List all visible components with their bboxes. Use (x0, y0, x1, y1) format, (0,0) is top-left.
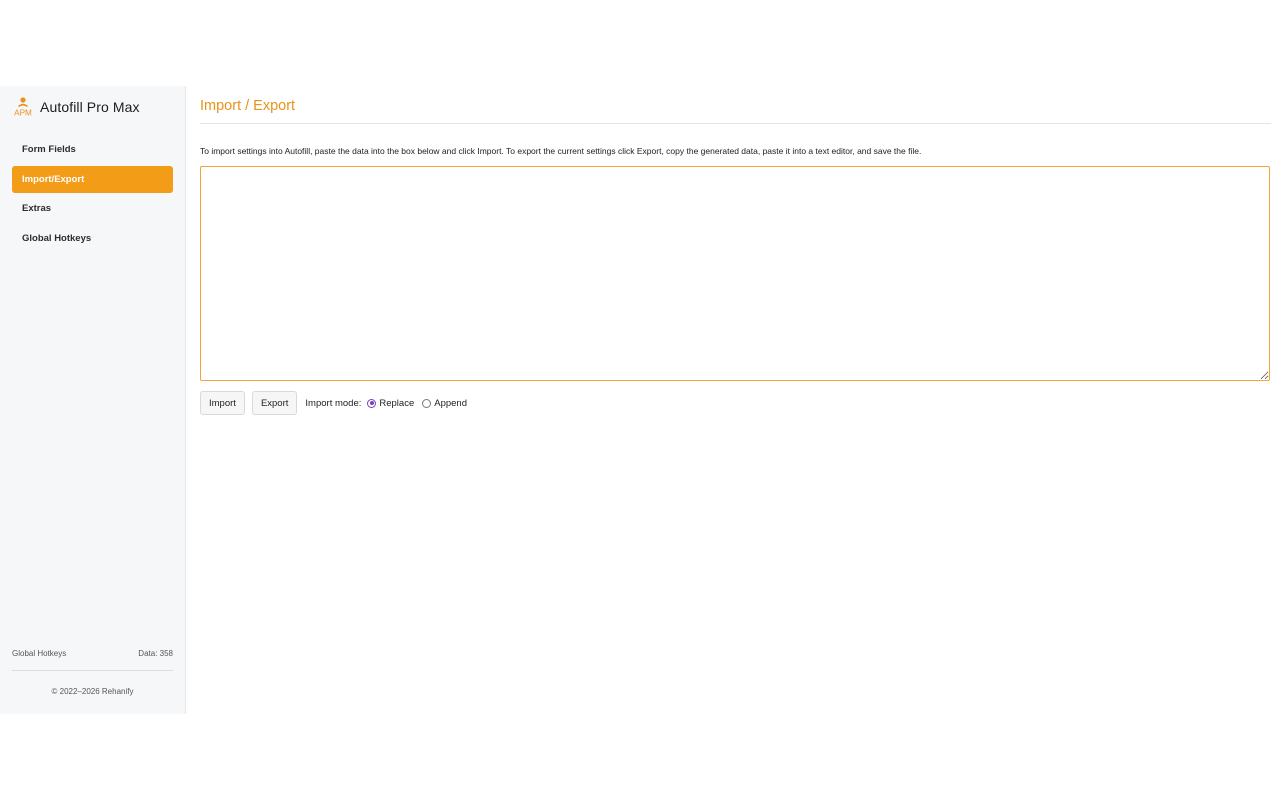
sidebar-item-import-export[interactable]: Import/Export (12, 165, 173, 193)
sidebar-footer: Global Hotkeys Data: 358 (12, 649, 173, 658)
import-mode-label: Import mode: (305, 397, 362, 409)
replace-radio[interactable] (367, 398, 377, 408)
instructions-text: To import settings into Autofill, paste … (200, 146, 922, 156)
app-title: Autofill Pro Max (40, 99, 140, 115)
sidebar: APM Autofill Pro Max Form Fields Import/… (0, 86, 186, 714)
data-count: Data: 358 (138, 649, 173, 658)
sidebar-divider (12, 670, 173, 671)
import-export-data-textarea[interactable] (200, 166, 1270, 381)
copyright: © 2022–2026 Rehanify (51, 687, 134, 696)
import-mode-group: Import mode: Replace Append (305, 398, 472, 409)
main-content: Import / Export To import settings into … (186, 86, 1280, 714)
mode-option-replace[interactable]: Replace (367, 398, 414, 409)
action-bar: Import Export Import mode: Replace Appen… (200, 391, 472, 415)
apm-logo-icon: APM (14, 97, 32, 118)
mode-option-append[interactable]: Append (422, 398, 467, 409)
app-window: APM Autofill Pro Max Form Fields Import/… (0, 86, 1280, 714)
brand: APM Autofill Pro Max (12, 96, 140, 118)
page-title: Import / Export (200, 98, 296, 114)
export-button[interactable]: Export (251, 391, 298, 415)
sidebar-item-form-fields[interactable]: Form Fields (12, 136, 173, 163)
sidebar-item-extras[interactable]: Extras (12, 195, 173, 222)
footer-global-hotkeys: Global Hotkeys (12, 649, 67, 658)
replace-label: Replace (379, 397, 415, 409)
sidebar-nav: Form Fields Import/Export Extras Global … (12, 136, 173, 254)
sidebar-item-global-hotkeys[interactable]: Global Hotkeys (12, 225, 173, 252)
svg-text:APM: APM (14, 109, 32, 118)
import-button[interactable]: Import (200, 391, 245, 415)
append-label: Append (434, 397, 467, 409)
append-radio[interactable] (422, 398, 432, 408)
title-divider (200, 123, 1271, 124)
